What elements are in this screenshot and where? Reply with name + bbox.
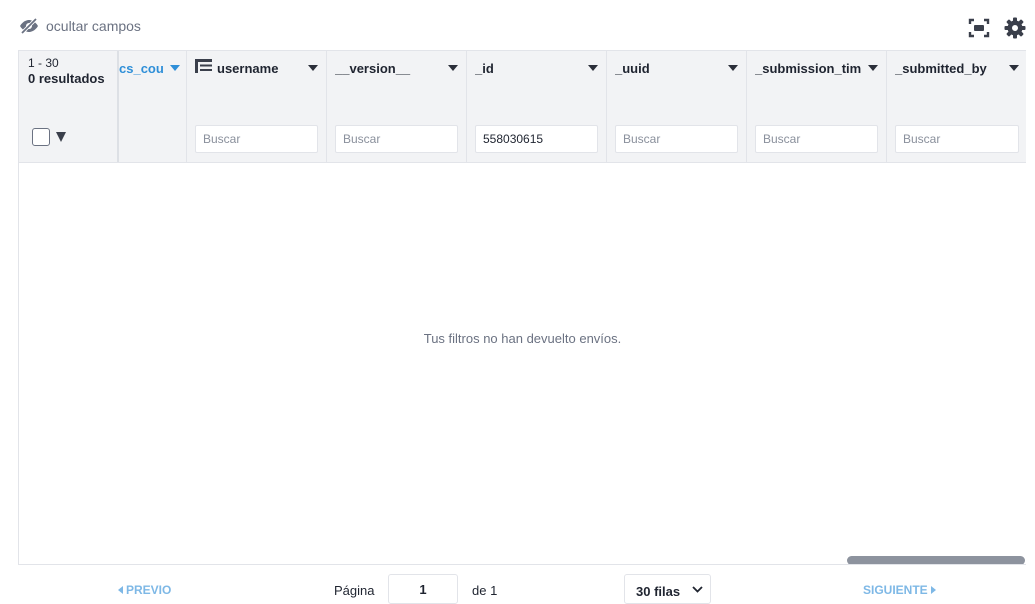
column-menu-caret[interactable] — [868, 65, 878, 71]
column-uuid: _uuid — [607, 51, 747, 162]
column-menu-caret[interactable] — [588, 65, 598, 71]
filter-input-version[interactable] — [335, 125, 458, 153]
column-title: _submitted_by — [895, 60, 987, 76]
select-all-checkbox[interactable] — [32, 128, 50, 146]
previous-label: PREVIO — [126, 583, 172, 597]
rows-per-page-value: 30 filas — [636, 584, 681, 599]
column-title: cs_cou — [119, 60, 164, 76]
toolbar-actions — [967, 17, 1027, 44]
results-count: 0 resultados — [28, 71, 105, 86]
column-header-submitted-by[interactable]: _submitted_by — [895, 58, 1019, 78]
page-label: Página — [334, 583, 375, 598]
table-header: 1 - 30 0 resultados cs_cou username Busc… — [19, 51, 1026, 163]
column-submitted-by: _submitted_by — [887, 51, 1026, 162]
pagination: PREVIO Página de 1 30 filas SIGUIENTE — [18, 574, 1026, 604]
column-header-cs-cou[interactable]: cs_cou — [119, 58, 180, 78]
horizontal-scrollbar[interactable] — [847, 556, 1025, 564]
chevron-right-icon — [930, 586, 936, 594]
fullscreen-icon — [968, 18, 990, 43]
gear-icon — [1004, 17, 1026, 44]
column-title: username — [217, 60, 279, 76]
empty-results-message: Tus filtros no han devuelto envíos. — [423, 331, 622, 346]
column-menu-caret[interactable] — [1009, 65, 1019, 71]
hide-fields-label: ocultar campos — [46, 18, 141, 34]
eye-slash-icon — [18, 18, 40, 34]
column-version: __version__ — [327, 51, 467, 162]
column-header-version[interactable]: __version__ — [335, 58, 458, 78]
column-menu-caret[interactable] — [308, 65, 318, 71]
next-page-button[interactable]: SIGUIENTE — [863, 583, 936, 597]
hide-fields-button[interactable]: ocultar campos — [18, 18, 141, 34]
column-menu-caret[interactable] — [728, 65, 738, 71]
table-toolbar: ocultar campos — [18, 17, 1027, 44]
next-label: SIGUIENTE — [863, 583, 928, 597]
settings-button[interactable] — [1003, 17, 1027, 44]
column-title: _id — [475, 60, 494, 76]
column-submission-time: _submission_tim — [747, 51, 887, 162]
fullscreen-button[interactable] — [967, 18, 991, 42]
filter-input-submission-time[interactable] — [755, 125, 878, 153]
column-header-uuid[interactable]: _uuid — [615, 58, 738, 78]
page-total-label: de 1 — [472, 583, 498, 598]
chevron-left-icon — [118, 586, 123, 594]
select-options-dropdown[interactable] — [56, 132, 66, 142]
filter-input-uuid[interactable] — [615, 125, 738, 153]
column-username: username — [187, 51, 327, 162]
previous-page-button[interactable]: PREVIO — [118, 583, 171, 597]
column-header-username[interactable]: username — [195, 58, 318, 78]
filter-input-submitted-by[interactable] — [895, 125, 1019, 153]
column-title: _uuid — [615, 60, 650, 76]
range-label: 1 - 30 — [28, 56, 59, 70]
filter-input-username[interactable] — [195, 125, 318, 153]
column-cs-cou: cs_cou — [119, 51, 187, 162]
column-title: __version__ — [335, 60, 411, 76]
filter-input-id[interactable] — [475, 125, 598, 153]
data-table: 1 - 30 0 resultados cs_cou username Busc… — [18, 50, 1026, 565]
selection-column: 1 - 30 0 resultados — [19, 51, 119, 162]
text-field-icon — [195, 58, 212, 78]
column-header-id[interactable]: _id — [475, 58, 598, 78]
column-menu-caret[interactable] — [170, 65, 180, 71]
column-header-submission-time[interactable]: _submission_tim — [755, 58, 878, 78]
column-id: _id — [467, 51, 607, 162]
column-menu-caret[interactable] — [448, 65, 458, 71]
column-title: _submission_tim — [755, 60, 862, 76]
